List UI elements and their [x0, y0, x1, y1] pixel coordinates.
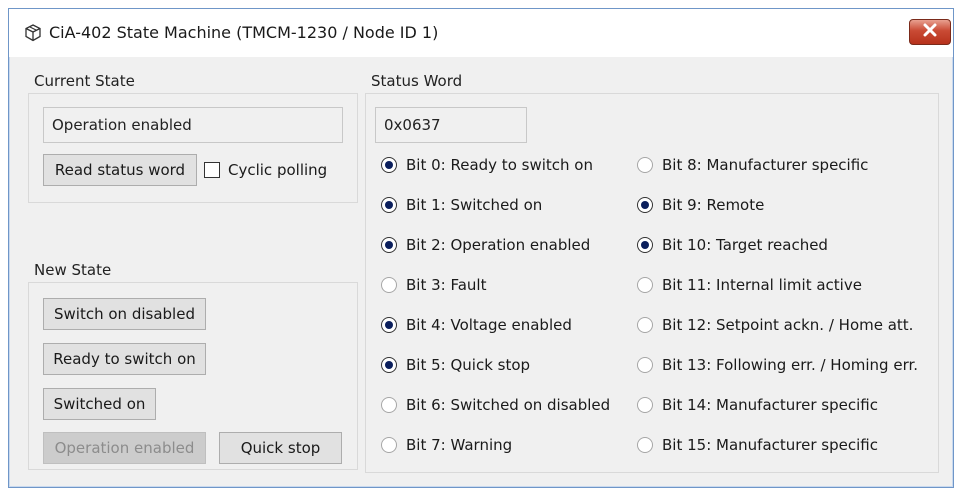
status-bit-6-label: Bit 6: Switched on disabled [406, 396, 611, 414]
status-bit-15-label: Bit 15: Manufacturer specific [662, 436, 878, 454]
current-state-title: Current State [34, 72, 135, 90]
status-bit-5-label: Bit 5: Quick stop [406, 356, 531, 374]
close-button[interactable] [909, 19, 951, 45]
status-bit-10: Bit 10: Target reached [637, 236, 828, 254]
status-bit-9-label: Bit 9: Remote [662, 196, 765, 214]
status-bit-6: Bit 6: Switched on disabled [381, 396, 610, 414]
status-bit-15-indicator [637, 437, 653, 453]
cyclic-polling-checkbox[interactable]: Cyclic polling [204, 161, 327, 179]
status-bit-2-indicator [381, 237, 397, 253]
status-bit-3: Bit 3: Fault [381, 276, 486, 294]
new-state-title: New State [34, 261, 112, 279]
status-bit-4-indicator [381, 317, 397, 333]
status-bit-5: Bit 5: Quick stop [381, 356, 530, 374]
status-bit-8-label: Bit 8: Manufacturer specific [662, 156, 869, 174]
status-bit-2-label: Bit 2: Operation enabled [406, 236, 591, 254]
status-bit-4: Bit 4: Voltage enabled [381, 316, 572, 334]
operation-enabled-button: Operation enabled [43, 432, 206, 464]
switch-on-disabled-button[interactable]: Switch on disabled [43, 298, 206, 330]
status-bit-12: Bit 12: Setpoint ackn. / Home att. [637, 316, 913, 334]
status-bit-13: Bit 13: Following err. / Homing err. [637, 356, 918, 374]
status-bit-1: Bit 1: Switched on [381, 196, 542, 214]
ready-to-switch-on-button[interactable]: Ready to switch on [43, 343, 206, 375]
status-bit-7: Bit 7: Warning [381, 436, 512, 454]
status-bit-9-indicator [637, 197, 653, 213]
status-bit-14-indicator [637, 397, 653, 413]
status-bit-11-indicator [637, 277, 653, 293]
status-word-title: Status Word [371, 72, 463, 90]
status-bit-14-label: Bit 14: Manufacturer specific [662, 396, 878, 414]
status-bit-0-label: Bit 0: Ready to switch on [406, 156, 593, 174]
status-bit-12-indicator [637, 317, 653, 333]
status-bit-11: Bit 11: Internal limit active [637, 276, 862, 294]
quick-stop-button[interactable]: Quick stop [219, 432, 342, 464]
read-status-word-button[interactable]: Read status word [43, 154, 197, 186]
status-bit-3-label: Bit 3: Fault [406, 276, 487, 294]
cyclic-polling-label: Cyclic polling [228, 161, 328, 179]
status-bit-2: Bit 2: Operation enabled [381, 236, 590, 254]
status-bit-5-indicator [381, 357, 397, 373]
status-bit-0: Bit 0: Ready to switch on [381, 156, 593, 174]
status-bit-6-indicator [381, 397, 397, 413]
status-bit-3-indicator [381, 277, 397, 293]
status-bit-1-indicator [381, 197, 397, 213]
status-bit-7-indicator [381, 437, 397, 453]
status-bit-4-label: Bit 4: Voltage enabled [406, 316, 572, 334]
package-icon [24, 24, 42, 42]
status-bit-11-label: Bit 11: Internal limit active [662, 276, 862, 294]
status-bit-1-label: Bit 1: Switched on [406, 196, 543, 214]
switched-on-button[interactable]: Switched on [43, 388, 156, 420]
status-bit-12-label: Bit 12: Setpoint ackn. / Home att. [662, 316, 914, 334]
status-word-field: 0x0637 [375, 107, 527, 143]
checkbox-box[interactable] [204, 162, 220, 178]
status-bit-8: Bit 8: Manufacturer specific [637, 156, 868, 174]
title-bar[interactable]: CiA-402 State Machine (TMCM-1230 / Node … [9, 9, 953, 57]
status-bit-14: Bit 14: Manufacturer specific [637, 396, 878, 414]
window-title: CiA-402 State Machine (TMCM-1230 / Node … [49, 23, 439, 42]
current-state-field: Operation enabled [43, 107, 343, 143]
status-bit-13-label: Bit 13: Following err. / Homing err. [662, 356, 919, 374]
status-bit-7-label: Bit 7: Warning [406, 436, 513, 454]
close-x-icon [923, 23, 937, 41]
status-bit-15: Bit 15: Manufacturer specific [637, 436, 878, 454]
status-bit-9: Bit 9: Remote [637, 196, 764, 214]
status-bit-10-indicator [637, 237, 653, 253]
status-bit-13-indicator [637, 357, 653, 373]
state-machine-window: CiA-402 State Machine (TMCM-1230 / Node … [8, 8, 954, 488]
status-bit-10-label: Bit 10: Target reached [662, 236, 828, 254]
status-bit-8-indicator [637, 157, 653, 173]
status-bit-0-indicator [381, 157, 397, 173]
